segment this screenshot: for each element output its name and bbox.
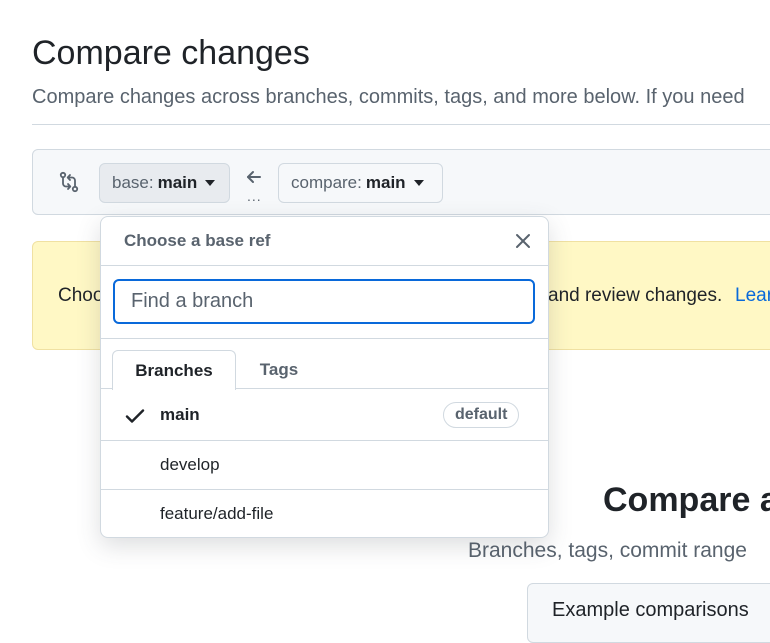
branch-name: develop — [160, 455, 220, 474]
flash-text-end: and review changes. — [548, 285, 723, 306]
range-dots: ... — [247, 188, 262, 204]
branch-name: main — [160, 405, 200, 424]
compare-ref-button[interactable]: compare: main — [278, 163, 443, 203]
caret-down-icon — [205, 180, 216, 186]
branch-item-feature-add-file[interactable]: feature/add-file — [101, 489, 548, 538]
base-ref-label: base: — [112, 173, 154, 192]
arrow-left-icon — [247, 171, 261, 183]
compare-ref-label: compare: — [291, 173, 362, 192]
divider — [101, 265, 548, 266]
dropdown-title: Choose a base ref — [124, 231, 271, 250]
base-ref-button[interactable]: base: main — [99, 163, 230, 203]
compare-ref-value: main — [365, 173, 406, 192]
branch-name: feature/add-file — [160, 504, 274, 523]
page-title: Compare changes — [32, 34, 310, 72]
example-comparisons-label: Example comparisons — [552, 599, 749, 621]
divider — [32, 124, 770, 125]
base-ref-value: main — [157, 173, 198, 192]
learn-more-link[interactable]: Lear — [735, 285, 770, 307]
caret-down-icon — [413, 180, 424, 186]
blank-state-title: Compare a — [603, 481, 770, 519]
default-badge: default — [443, 402, 520, 428]
tab-branches[interactable]: Branches — [112, 350, 236, 390]
branch-item-develop[interactable]: develop — [101, 440, 548, 489]
branch-search-input[interactable] — [113, 279, 535, 324]
divider — [101, 338, 548, 339]
page-subtitle: Compare changes across branches, commits… — [32, 86, 745, 108]
close-icon[interactable] — [513, 231, 533, 251]
blank-state-subtitle: Branches, tags, commit range — [468, 539, 747, 562]
flash-text-start: Choo — [58, 285, 104, 306]
git-compare-icon — [59, 171, 79, 193]
check-icon — [125, 409, 145, 423]
tab-tags[interactable]: Tags — [247, 360, 311, 380]
